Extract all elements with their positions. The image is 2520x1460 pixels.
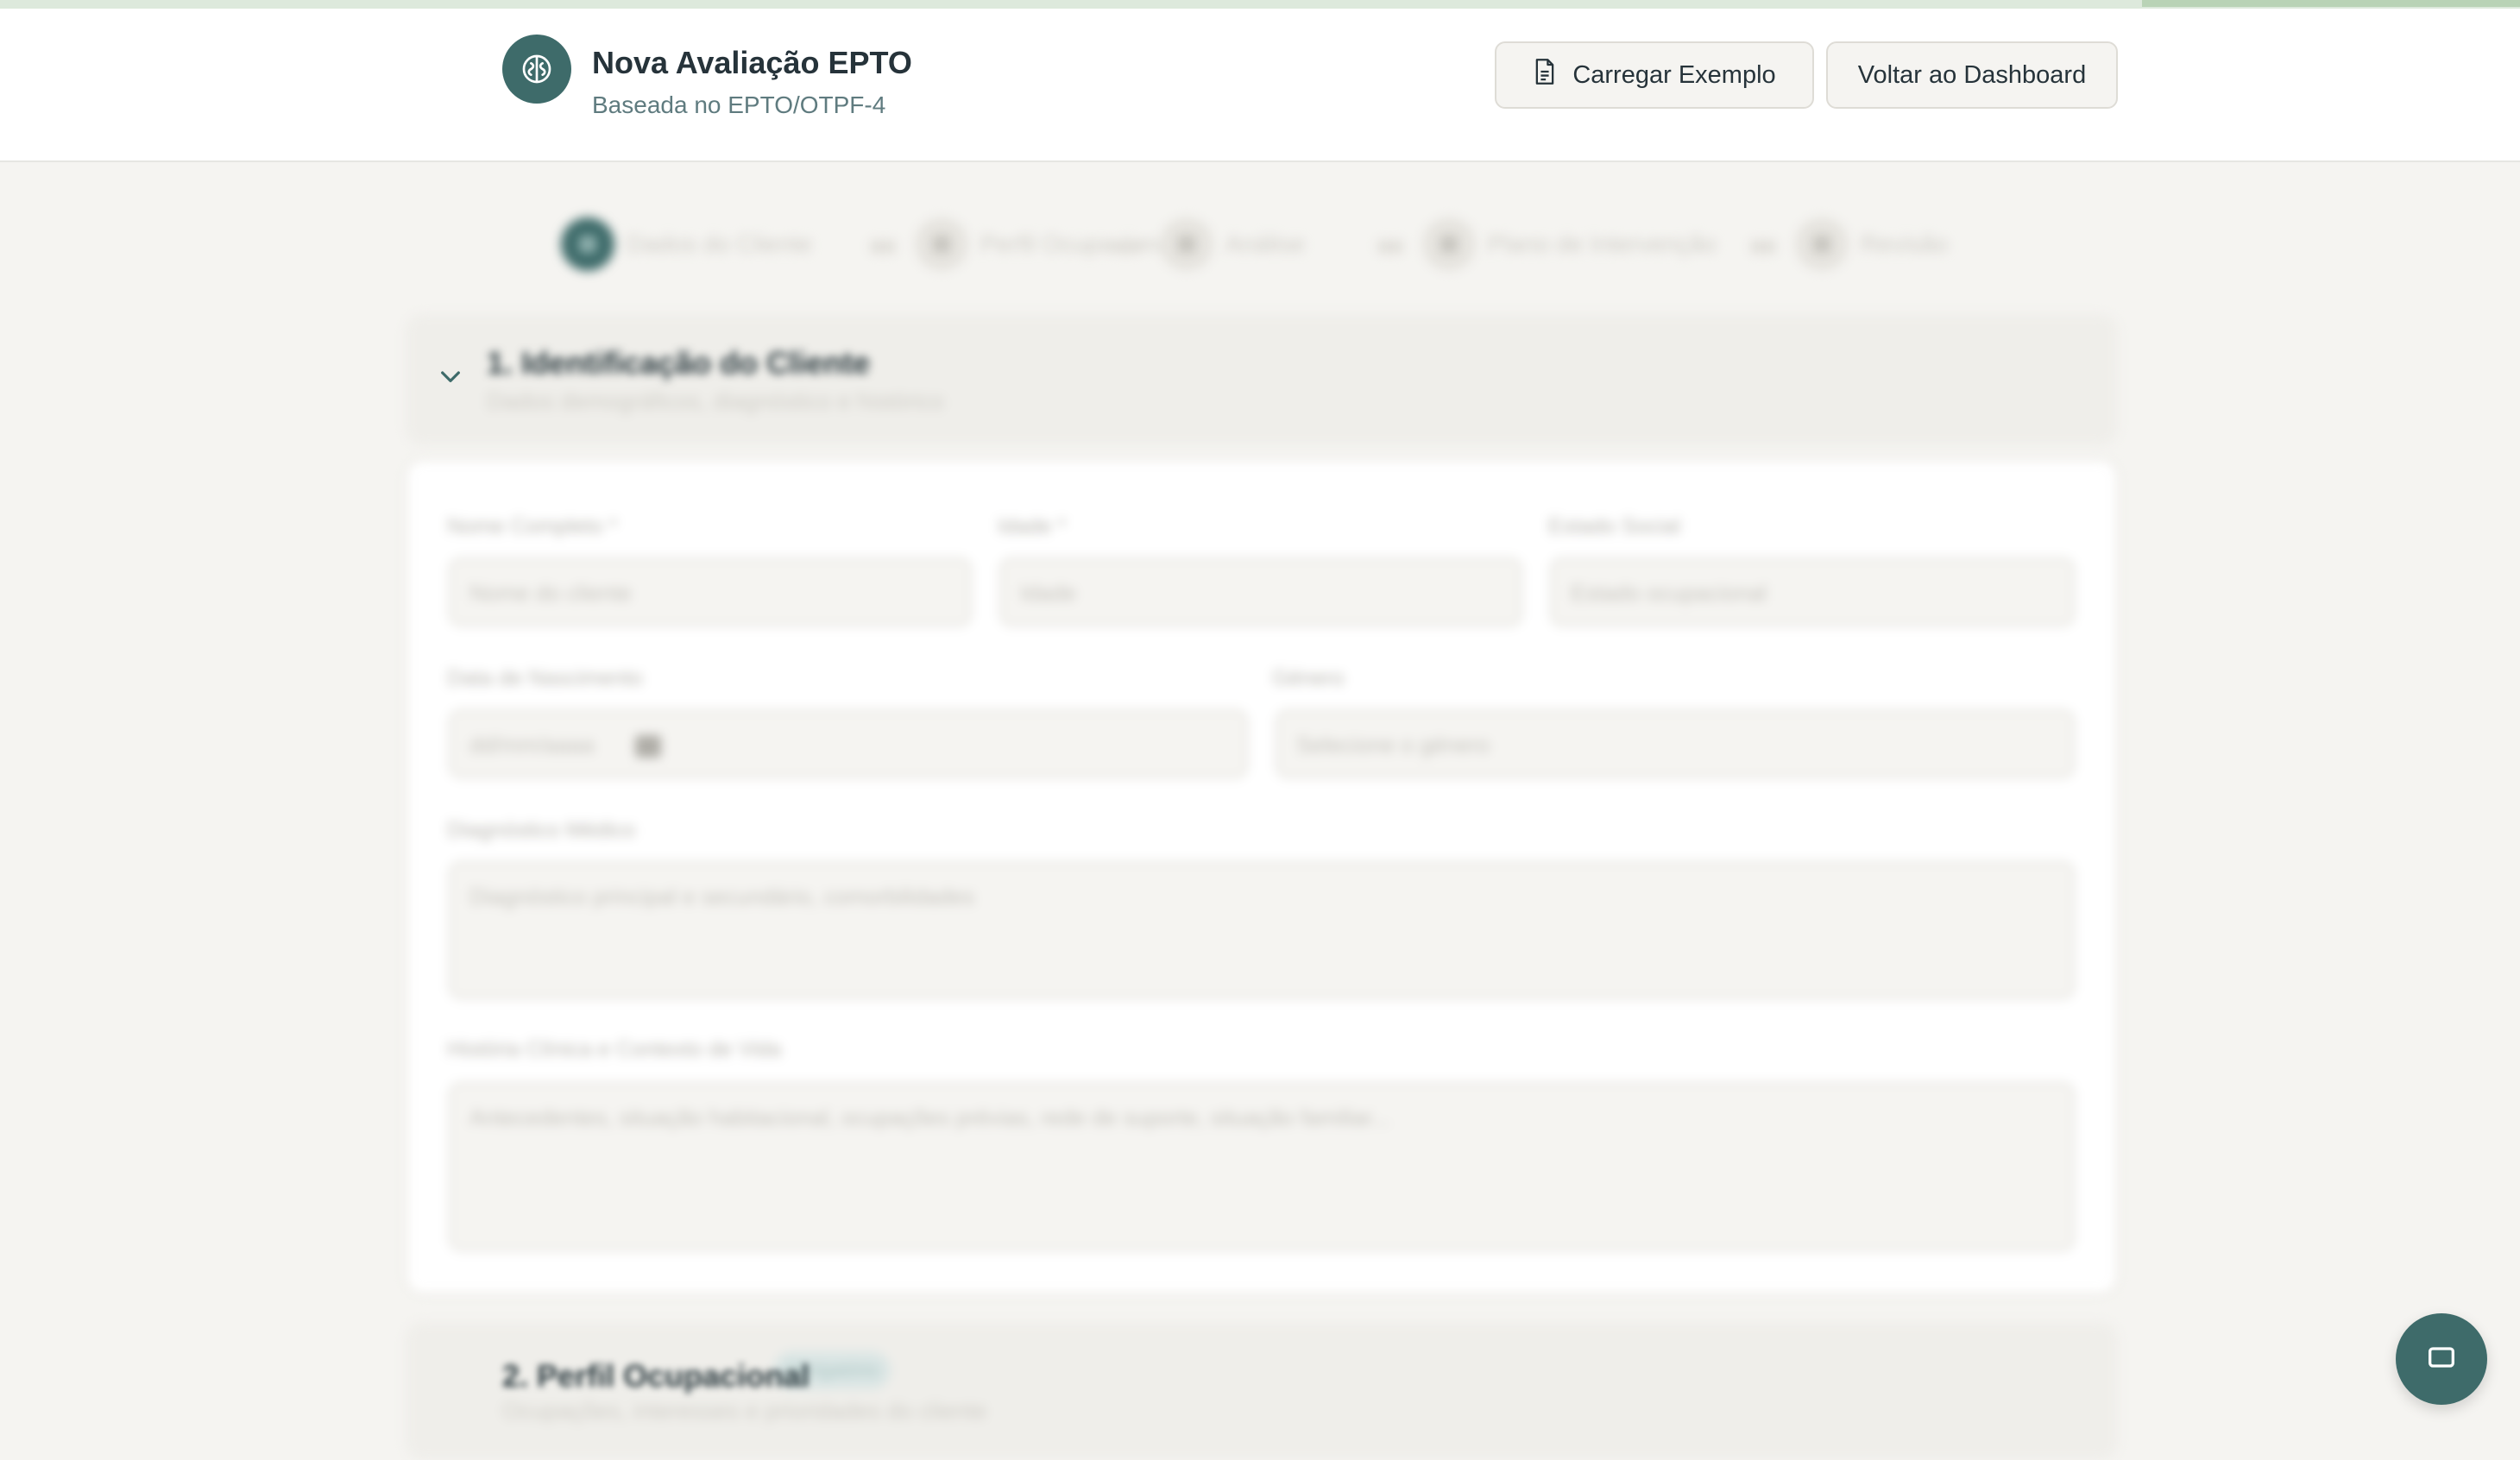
step-label: Perfil Ocupacional xyxy=(980,230,1177,257)
section-2-subtitle: Ocupações, interesses e prioridades do c… xyxy=(502,1398,987,1424)
step-dot xyxy=(915,217,968,271)
birth-date-placeholder: dd/mm/aaaa xyxy=(469,732,595,758)
history-textarea[interactable]: Antecedentes, situação habitacional, ocu… xyxy=(449,1082,2075,1251)
birth-date-input[interactable]: dd/mm/aaaa xyxy=(449,709,1248,778)
gender-label: Género xyxy=(1272,666,1345,690)
step-dot xyxy=(561,217,614,271)
birth-date-label: Data de Nascimento xyxy=(447,666,643,690)
document-icon xyxy=(1533,58,1557,92)
section-1-title: 1. Identificação do Cliente xyxy=(487,345,871,381)
step-dot xyxy=(1795,217,1849,271)
brain-icon xyxy=(502,35,571,104)
social-status-input[interactable]: Estado ocupacional xyxy=(1550,557,2075,626)
load-example-button[interactable]: Carregar Exemplo xyxy=(1495,41,1814,109)
step-3[interactable]: Análise xyxy=(1160,217,1305,271)
age-label: Idade * xyxy=(998,514,1067,538)
history-label: História Clínica e Contexto de Vida xyxy=(447,1037,782,1061)
page-subtitle: Baseada no EPTO/OTPF-4 xyxy=(592,91,886,118)
age-input[interactable]: Idade xyxy=(999,557,1522,626)
step-1[interactable]: Dados do Cliente xyxy=(561,217,812,271)
step-dot xyxy=(1160,217,1213,271)
top-progress-highlight xyxy=(2142,0,2520,7)
load-example-label: Carregar Exemplo xyxy=(1572,60,1776,89)
step-label: Revisão xyxy=(1861,230,1949,257)
step-label: Plano de Intervenção xyxy=(1488,230,1717,257)
step-dot xyxy=(1422,217,1476,271)
step-separator xyxy=(1113,240,1139,254)
step-separator xyxy=(1377,240,1403,254)
gender-select[interactable]: Selecione o género xyxy=(1276,709,2075,778)
step-separator xyxy=(1750,240,1776,254)
step-separator xyxy=(870,240,896,254)
step-label: Análise xyxy=(1225,230,1305,257)
name-label: Nome Completo * xyxy=(447,514,618,538)
section-2-title: 2. Perfil Ocupacional xyxy=(502,1358,810,1394)
chat-icon xyxy=(2424,1340,2459,1379)
step-label: Dados do Cliente xyxy=(627,230,812,257)
page-title: Nova Avaliação EPTO xyxy=(592,45,912,80)
page-header xyxy=(0,9,2520,162)
back-to-dashboard-label: Voltar ao Dashboard xyxy=(1857,60,2087,89)
diagnosis-textarea[interactable]: Diagnóstico principal e secundário, como… xyxy=(449,861,2075,999)
name-input[interactable]: Nome do cliente xyxy=(449,557,972,626)
stepper: Dados do Cliente Perfil Ocupacional Anál… xyxy=(561,214,1976,274)
social-status-label: Estado Social xyxy=(1548,514,1680,538)
calendar-icon[interactable] xyxy=(634,735,661,758)
chat-fab-button[interactable] xyxy=(2396,1313,2487,1405)
chevron-down-icon[interactable] xyxy=(437,366,464,391)
diagnosis-label: Diagnóstico Médico xyxy=(447,818,636,842)
section-1-subtitle: Dados demográficos, diagnóstico e histór… xyxy=(487,388,944,414)
step-5[interactable]: Revisão xyxy=(1795,217,1948,271)
step-4[interactable]: Plano de Intervenção xyxy=(1422,217,1717,271)
back-to-dashboard-button[interactable]: Voltar ao Dashboard xyxy=(1826,41,2118,109)
